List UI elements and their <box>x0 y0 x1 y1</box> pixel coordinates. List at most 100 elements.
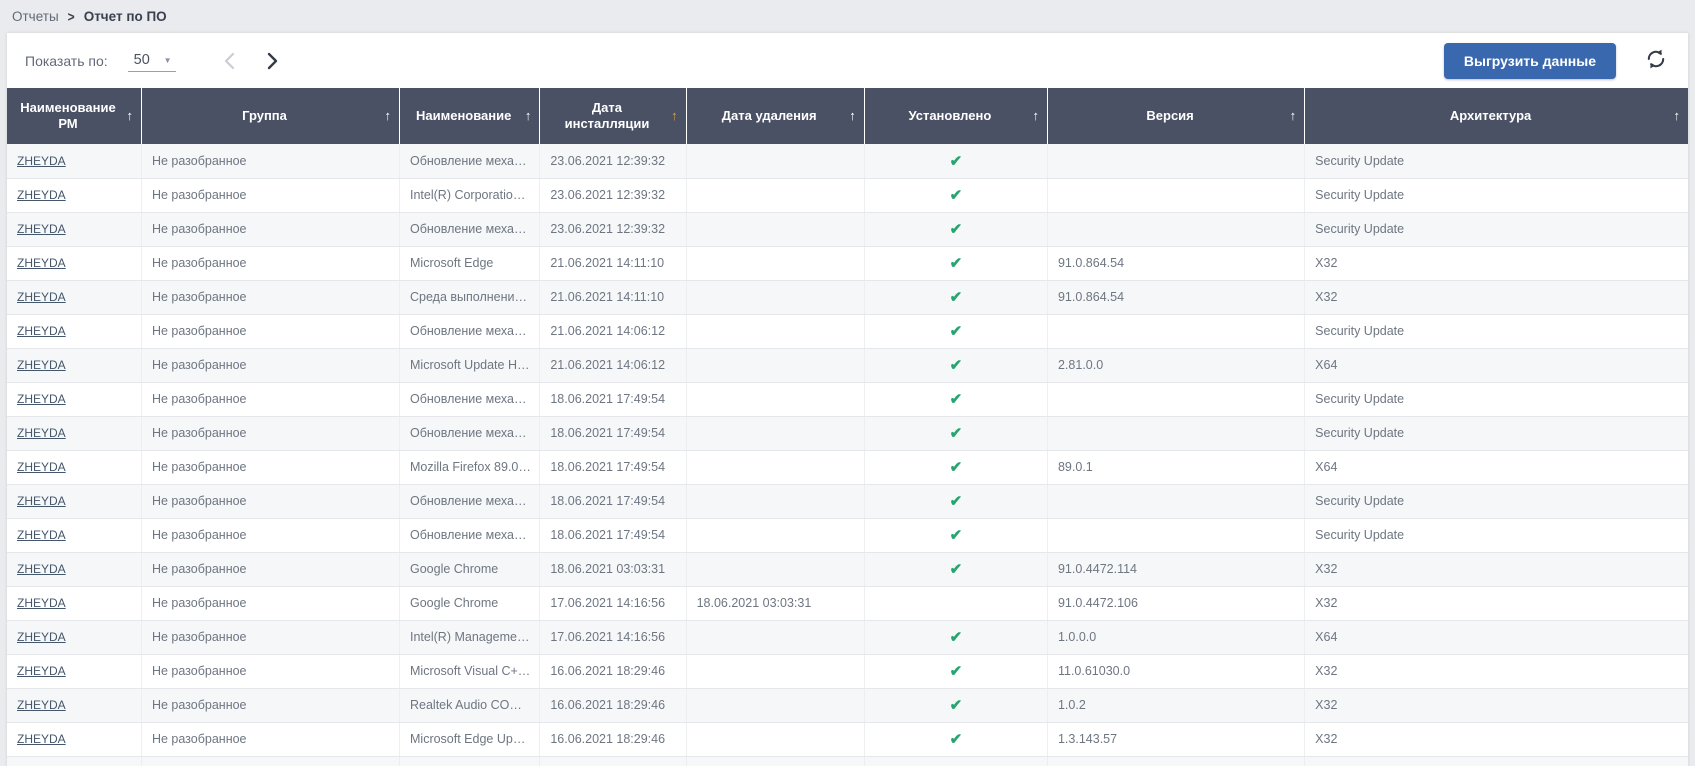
refresh-button[interactable] <box>1642 45 1670 76</box>
installed-check-icon: ✔ <box>949 289 963 306</box>
cell-install_date: 18.06.2021 17:49:54 <box>539 382 687 417</box>
installed-check-icon: ✔ <box>949 493 963 510</box>
sort-ascending-icon[interactable]: ↑ <box>849 108 856 124</box>
workstation-link[interactable]: ZHEYDA <box>17 290 66 304</box>
cell-name: Обновление механиз... <box>399 518 541 553</box>
column-header-label: Группа <box>242 107 287 123</box>
cell-remove_date <box>686 620 865 655</box>
table-row: ZHEYDA Не разобранное Обновление механиз..… <box>7 416 1688 451</box>
prev-page-button[interactable] <box>220 48 239 74</box>
column-header-remove_date[interactable]: Дата удаления ↑ <box>686 88 865 144</box>
cell-rm: ZHEYDA <box>7 722 142 757</box>
workstation-link[interactable]: ZHEYDA <box>17 426 66 440</box>
table-row: ZHEYDA Не разобранное Обновление механиз..… <box>7 484 1688 519</box>
workstation-link[interactable]: ZHEYDA <box>17 460 66 474</box>
workstation-link[interactable]: ZHEYDA <box>17 256 66 270</box>
cell-rm: ZHEYDA <box>7 246 142 281</box>
cell-group: Не разобранное <box>141 620 401 655</box>
cell-installed: ✔ <box>864 144 1048 179</box>
installed-check-icon: ✔ <box>949 425 963 442</box>
sort-ascending-icon[interactable]: ↑ <box>671 108 678 124</box>
column-header-install_date[interactable]: Дата инсталляции ↑ <box>539 88 687 144</box>
table-row: ZHEYDA Не разобранное Microsoft Visual C++… <box>7 654 1688 689</box>
workstation-link[interactable]: ZHEYDA <box>17 630 66 644</box>
workstation-link[interactable]: ZHEYDA <box>17 664 66 678</box>
table-row: ZHEYDA Не разобранное Intel(R) Management … <box>7 620 1688 655</box>
cell-rm: ZHEYDA <box>7 348 142 383</box>
installed-check-icon: ✔ <box>949 221 963 238</box>
cell-version: 91.0.4472.114 <box>1047 552 1306 587</box>
workstation-link[interactable]: ZHEYDA <box>17 324 66 338</box>
cell-arch: X64 <box>1304 450 1688 485</box>
column-header-label: Дата инсталляции <box>564 99 650 131</box>
cell-rm: ZHEYDA <box>7 314 142 349</box>
column-header-rm[interactable]: Наименование РМ ↑ <box>7 88 142 144</box>
cell-installed: ✔ <box>864 450 1048 485</box>
workstation-link[interactable]: ZHEYDA <box>17 698 66 712</box>
cell-name: Обновление механиз... <box>399 212 541 247</box>
sort-ascending-icon[interactable]: ↑ <box>525 108 532 124</box>
sort-ascending-icon[interactable]: ↑ <box>385 108 392 124</box>
cell-group <box>141 756 401 766</box>
cell-rm: ZHEYDA <box>7 586 142 621</box>
column-header-name[interactable]: Наименование ↑ <box>399 88 541 144</box>
column-header-label: Дата удаления <box>721 107 817 123</box>
export-data-button[interactable]: Выгрузить данные <box>1443 42 1616 79</box>
workstation-link[interactable]: ZHEYDA <box>17 732 66 746</box>
cell-arch: Security Update <box>1304 518 1688 553</box>
cell-install_date: 17.06.2021 14:16:56 <box>539 586 687 621</box>
workstation-link[interactable]: ZHEYDA <box>17 392 66 406</box>
cell-install_date: 18.06.2021 17:49:54 <box>539 416 687 451</box>
cell-group: Не разобранное <box>141 144 401 179</box>
workstation-link[interactable]: ZHEYDA <box>17 358 66 372</box>
cell-name: Realtek Audio COM Co... <box>399 688 541 723</box>
column-header-group[interactable]: Группа ↑ <box>141 88 401 144</box>
column-header-arch[interactable]: Архитектура ↑ <box>1304 88 1688 144</box>
workstation-link[interactable]: ZHEYDA <box>17 154 66 168</box>
cell-name: Обновление механиз... <box>399 416 541 451</box>
installed-check-icon: ✔ <box>949 152 963 170</box>
cell-version <box>1047 314 1306 349</box>
workstation-link[interactable]: ZHEYDA <box>17 596 66 610</box>
workstation-link[interactable]: ZHEYDA <box>17 222 66 236</box>
sort-ascending-icon[interactable]: ↑ <box>1032 108 1039 124</box>
cell-installed: ✔ <box>864 552 1048 587</box>
toolbar: Показать по: 50 ▼ Выгрузить данные <box>7 33 1688 88</box>
software-report-table: Наименование РМ ↑ Группа ↑ Наименование ↑ Дата… <box>7 88 1688 766</box>
breadcrumb-item-reports[interactable]: Отчеты <box>12 9 59 24</box>
breadcrumb: Отчеты > Отчет по ПО <box>0 0 1695 33</box>
table-row-partial: ZHEYDA <box>7 756 1688 766</box>
cell-version <box>1047 144 1306 179</box>
workstation-link[interactable]: ZHEYDA <box>17 188 66 202</box>
page-size-label: Показать по: <box>25 52 108 69</box>
column-header-installed[interactable]: Установлено ↑ <box>864 88 1048 144</box>
breadcrumb-separator-icon: > <box>67 8 75 25</box>
cell-group: Не разобранное <box>141 586 401 621</box>
cell-name: Google Chrome <box>399 552 541 587</box>
page-size-select[interactable]: 50 ▼ <box>127 50 176 72</box>
workstation-link[interactable]: ZHEYDA <box>17 528 66 542</box>
next-page-button[interactable] <box>263 48 282 74</box>
cell-installed: ✔ <box>864 416 1048 451</box>
cell-version: 11.0.61030.0 <box>1047 654 1306 689</box>
cell-rm: ZHEYDA <box>7 280 142 315</box>
cell-version: 91.0.4472.106 <box>1047 586 1306 621</box>
cell-arch: X32 <box>1304 280 1688 315</box>
sort-ascending-icon[interactable]: ↑ <box>1674 108 1681 124</box>
sort-ascending-icon[interactable]: ↑ <box>1290 108 1297 124</box>
cell-group: Не разобранное <box>141 654 401 689</box>
table-row: ZHEYDA Не разобранное Обновление механиз..… <box>7 144 1688 179</box>
column-header-label: Архитектура <box>1449 107 1532 123</box>
page-size-value: 50 <box>133 51 150 68</box>
cell-arch: X64 <box>1304 348 1688 383</box>
sort-ascending-icon[interactable]: ↑ <box>126 108 133 124</box>
cell-rm: ZHEYDA <box>7 212 142 247</box>
cell-install_date: 21.06.2021 14:11:10 <box>539 280 687 315</box>
cell-name <box>399 756 541 766</box>
cell-installed <box>864 756 1048 766</box>
cell-remove_date <box>686 416 865 451</box>
workstation-link[interactable]: ZHEYDA <box>17 562 66 576</box>
column-header-version[interactable]: Версия ↑ <box>1047 88 1306 144</box>
cell-remove_date <box>686 314 865 349</box>
workstation-link[interactable]: ZHEYDA <box>17 494 66 508</box>
